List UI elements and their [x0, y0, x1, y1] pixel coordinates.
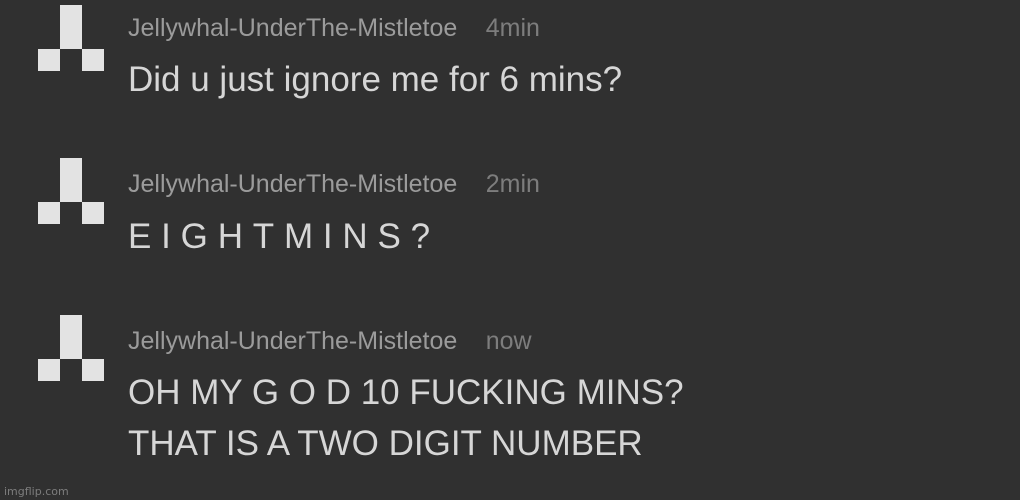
- comment-text: EIGHTMINS?: [128, 217, 440, 256]
- avatar-pixel: [60, 180, 82, 202]
- timestamp: 4min: [485, 14, 540, 42]
- avatar-pixel: [82, 359, 104, 381]
- comment-header: Jellywhal-UnderThe-Mistletoe 2min: [128, 169, 540, 199]
- avatar-pixel: [60, 315, 82, 337]
- avatar-pixel: [38, 49, 60, 71]
- timestamp: now: [485, 327, 532, 355]
- comment-text-line-2: THAT IS A TWO DIGIT NUMBER: [128, 424, 643, 463]
- avatar-pixel: [60, 337, 82, 359]
- avatar[interactable]: [38, 315, 104, 381]
- username[interactable]: Jellywhal-UnderThe-Mistletoe: [128, 14, 457, 42]
- avatar-pixel: [60, 27, 82, 49]
- avatar-pixel: [82, 49, 104, 71]
- username[interactable]: Jellywhal-UnderThe-Mistletoe: [128, 327, 457, 355]
- avatar[interactable]: [38, 158, 104, 224]
- comment-text-line-1: OH MY G O D 10 FUCKING MINS?: [128, 373, 684, 412]
- avatar-pixel: [38, 202, 60, 224]
- timestamp: 2min: [485, 170, 540, 198]
- avatar-pixel: [82, 202, 104, 224]
- watermark: imgflip.com: [4, 485, 69, 498]
- username[interactable]: Jellywhal-UnderThe-Mistletoe: [128, 170, 457, 198]
- avatar[interactable]: [38, 5, 104, 71]
- comment-header: Jellywhal-UnderThe-Mistletoe now: [128, 326, 532, 356]
- comment-text: Did u just ignore me for 6 mins?: [128, 60, 623, 99]
- avatar-pixel: [60, 5, 82, 27]
- avatar-pixel: [38, 359, 60, 381]
- avatar-pixel: [60, 158, 82, 180]
- comment-header: Jellywhal-UnderThe-Mistletoe 4min: [128, 13, 540, 43]
